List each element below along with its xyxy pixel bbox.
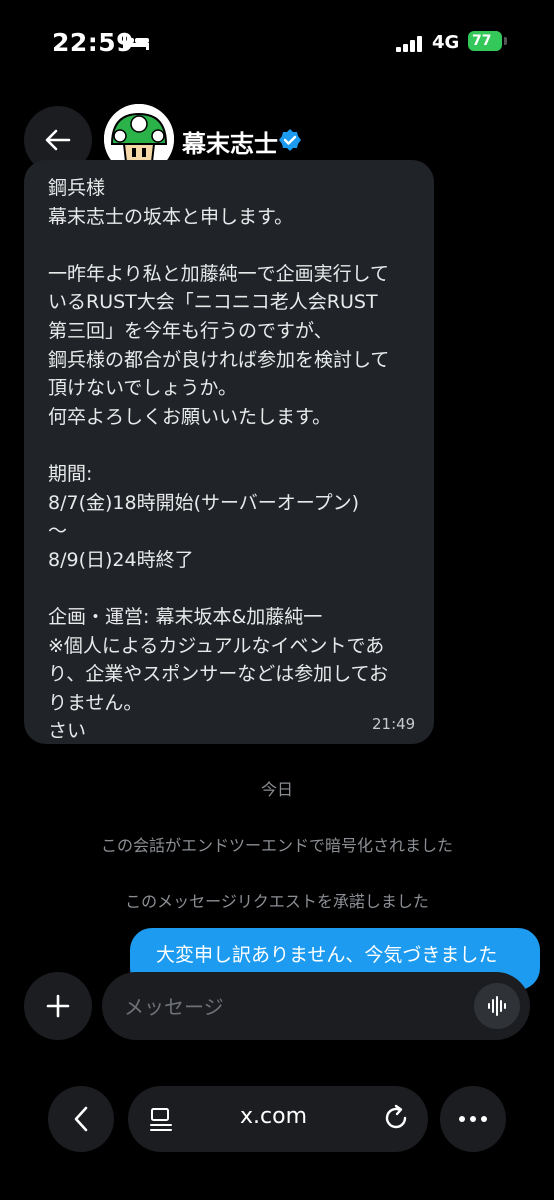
battery-indicator: 77: [468, 31, 502, 51]
message-line: 8/7(金)18時開始(サーバーオープン): [48, 491, 360, 514]
chevron-left-icon: [74, 1106, 88, 1132]
message-line: 鋼兵様の都合が良ければ参加を検討して: [48, 348, 390, 371]
message-line: り、企業やスポンサーなどは参加してお: [48, 663, 389, 686]
add-attachment-button[interactable]: [24, 972, 92, 1040]
voice-waveform-icon: [488, 996, 506, 1016]
message-input[interactable]: [122, 984, 456, 1030]
more-options-button[interactable]: [440, 1086, 506, 1152]
plus-icon: [46, 994, 70, 1018]
verified-badge-icon: [279, 129, 301, 151]
message-text: 鋼兵様 幕末志士の坂本と申します。 一昨年より私と加藤純一で企画実行して いるR…: [48, 174, 428, 746]
message-line: [48, 574, 428, 603]
outgoing-message-text: 大変申し訳ありません、今気づきました: [156, 944, 498, 966]
message-line: 8/9(日)24時終了: [48, 548, 194, 571]
arrow-left-icon: [45, 129, 71, 151]
url-text[interactable]: x.com: [240, 1104, 307, 1129]
message-line: 鋼兵様: [48, 177, 106, 199]
sleep-bed-icon: [123, 34, 149, 50]
more-dots-icon: [459, 1116, 487, 1122]
message-line: 頂けないでしょうか。: [48, 377, 238, 400]
encryption-notice: この会話がエンドツーエンドで暗号化されました: [100, 836, 453, 855]
message-timestamp: 21:49: [372, 715, 416, 733]
request-accepted-notice: このメッセージリクエストを承諾しました: [125, 892, 429, 911]
message-line: ※個人によるカジュアルなイベントであ: [48, 634, 385, 657]
message-line: 期間:: [48, 462, 93, 485]
voice-message-button[interactable]: [474, 983, 520, 1029]
contact-name[interactable]: 幕末志士: [182, 124, 278, 159]
reload-icon[interactable]: [382, 1104, 410, 1132]
message-line: 企画・運営: 幕末坂本&加藤純一: [48, 605, 323, 628]
message-line: 第三回」を今年も行うのですが、: [48, 319, 333, 342]
message-line: 一昨年より私と加藤純一で企画実行して: [48, 262, 390, 285]
battery-level: 77: [472, 33, 492, 49]
message-line: さい: [48, 720, 87, 743]
message-line: [48, 231, 428, 260]
reader-mode-icon[interactable]: [148, 1106, 174, 1132]
message-line: 〜: [48, 520, 68, 543]
date-divider: 今日: [260, 780, 293, 799]
network-type: 4G: [432, 32, 460, 53]
message-line: りません。: [48, 691, 143, 714]
cellular-signal-icon: [396, 36, 422, 52]
message-line: [48, 431, 428, 460]
message-composer[interactable]: [102, 972, 530, 1040]
browser-back-button[interactable]: [48, 1086, 114, 1152]
message-line: いるRUST大会「ニコニコ老人会RUST: [48, 291, 378, 314]
battery-tip-icon: [504, 37, 507, 45]
message-line: 何卒よろしくお願いいたします。: [48, 405, 332, 428]
message-line: 幕末志士の坂本と申します。: [48, 205, 294, 228]
